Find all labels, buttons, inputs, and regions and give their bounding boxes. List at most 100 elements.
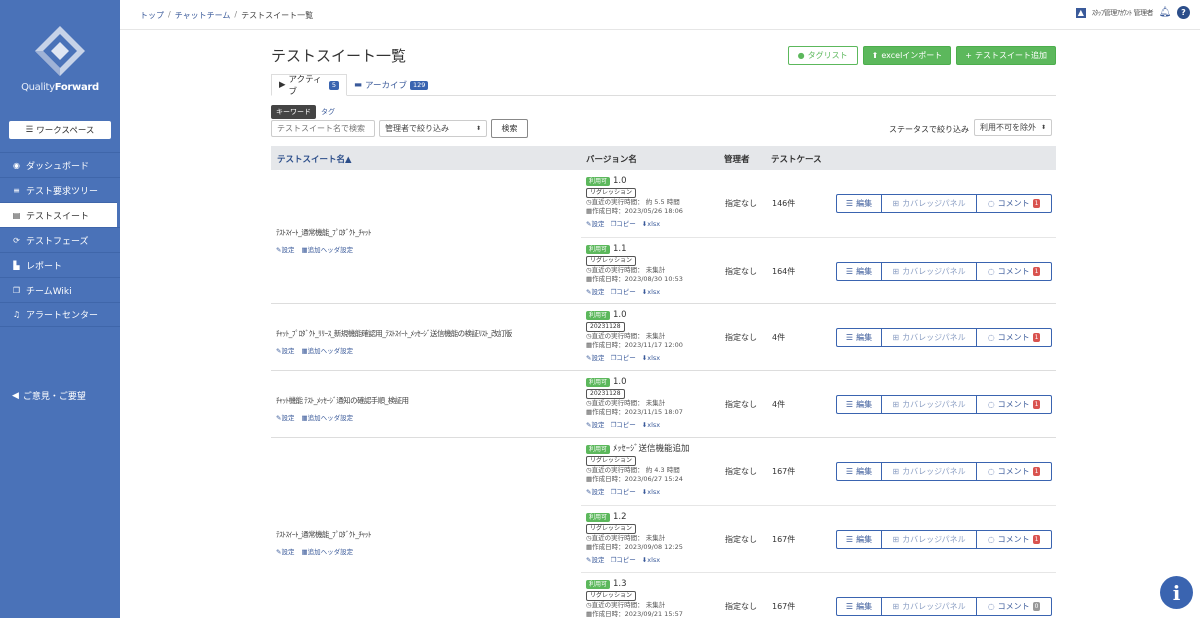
version-name[interactable]: 1.0 xyxy=(613,310,627,321)
suite-search-input[interactable] xyxy=(271,120,375,137)
version-settings-link[interactable]: ✎設定 xyxy=(586,556,604,566)
version-tag[interactable]: リグレッション xyxy=(586,455,637,466)
keyword-tab[interactable]: キーワード xyxy=(271,105,316,119)
comment-button[interactable]: ◌ コメント 1 xyxy=(977,462,1052,481)
sidebar-item-requirements-tree[interactable]: ≡ テスト要求ツリー xyxy=(0,177,120,202)
coverage-panel-button[interactable]: ⊞ カバレッジパネル xyxy=(882,597,977,616)
sidebar-item-team-wiki[interactable]: ❐ チームWiki xyxy=(0,277,120,302)
suite-header-settings-link[interactable]: ▦追加ヘッダ設定 xyxy=(301,345,353,355)
column-header-suite-name[interactable]: テストスイート名▲ xyxy=(277,153,352,165)
logo[interactable]: QualityForward xyxy=(0,24,120,96)
version-xlsx-link[interactable]: ⬇xlsx xyxy=(642,220,660,230)
edit-button[interactable]: ☰ 編集 xyxy=(836,597,882,616)
breadcrumb-top[interactable]: トップ xyxy=(140,10,164,21)
tag-list-button[interactable]: ● タグリスト xyxy=(787,46,858,65)
sidebar-item-test-suite[interactable]: ▤ テストスイート xyxy=(0,202,117,227)
user-avatar-icon[interactable]: ▲ xyxy=(1075,7,1086,18)
breadcrumb-team[interactable]: チャットチーム xyxy=(175,10,231,21)
version-tag[interactable]: 20231128 xyxy=(586,321,625,332)
coverage-panel-button[interactable]: ⊞ カバレッジパネル xyxy=(882,395,977,414)
edit-button[interactable]: ☰ 編集 xyxy=(836,395,882,414)
suite-header-settings-link[interactable]: ▦追加ヘッダ設定 xyxy=(301,412,353,422)
table-row: 利用可 1.0 リグレッション ◷直近の実行時間： 約 5.5 時間 ▦作成日時：202… xyxy=(581,170,1056,237)
sidebar-item-report[interactable]: ▙ レポート xyxy=(0,252,120,277)
suite-name[interactable]: ﾁｬｯﾄ機能 ﾃｽﾄ_ﾒｯｾｰｼﾞ通知の確認手順_検証用 xyxy=(276,395,409,406)
suite-header-settings-link[interactable]: ▦追加ヘッダ設定 xyxy=(301,244,353,254)
tab-active[interactable]: ▶ アクティブ 5 xyxy=(271,74,347,97)
suite-name[interactable]: ﾃｽﾄｽｲｰﾄ_通常機能_ﾌﾟﾛﾀﾞｸﾄ_ﾁｬｯﾄ xyxy=(276,227,372,238)
list-icon: ☰ xyxy=(845,199,854,208)
edit-button[interactable]: ☰ 編集 xyxy=(836,194,882,213)
tag-tab[interactable]: タグ xyxy=(316,105,340,119)
coverage-panel-button[interactable]: ⊞ カバレッジパネル xyxy=(882,262,977,281)
version-name[interactable]: 1.1 xyxy=(613,244,627,255)
version-copy-link[interactable]: ❐コピー xyxy=(610,556,635,566)
version-tag[interactable]: リグレッション xyxy=(586,187,637,198)
sidebar-item-alert-center[interactable]: ♫ アラートセンター xyxy=(0,302,120,327)
coverage-panel-button[interactable]: ⊞ カバレッジパネル xyxy=(882,328,977,347)
coverage-panel-button[interactable]: ⊞ カバレッジパネル xyxy=(882,462,977,481)
suite-name[interactable]: ﾁｬｯﾄ_ﾌﾟﾛﾀﾞｸﾄ_ﾘﾘｰｽ_新規機能確認用_ﾃｽﾄｽｲｰﾄ_ﾒｯｾｰｼﾞ… xyxy=(276,328,512,339)
version-copy-link[interactable]: ❐コピー xyxy=(610,288,635,298)
version-settings-link[interactable]: ✎設定 xyxy=(586,421,604,431)
sidebar-item-dashboard[interactable]: ◉ ダッシュボード xyxy=(0,152,120,177)
suite-settings-link[interactable]: ✎設定 xyxy=(276,546,294,556)
comment-button[interactable]: ◌ コメント 0 xyxy=(977,597,1052,616)
version-tag[interactable]: リグレッション xyxy=(586,255,637,266)
help-icon[interactable]: ? xyxy=(1177,6,1190,19)
suite-settings-link[interactable]: ✎設定 xyxy=(276,244,294,254)
list-icon: ☰ xyxy=(845,602,854,611)
comment-button[interactable]: ◌ コメント 1 xyxy=(977,530,1052,549)
coverage-panel-button[interactable]: ⊞ カバレッジパネル xyxy=(882,530,977,549)
excel-import-button[interactable]: ⬆ excelインポート xyxy=(862,46,952,65)
info-help-button[interactable]: i xyxy=(1160,576,1193,609)
version-xlsx-link[interactable]: ⬇xlsx xyxy=(642,288,660,298)
comment-button[interactable]: ◌ コメント 1 xyxy=(977,328,1052,347)
status-filter-label: ステータスで絞り込み xyxy=(889,125,969,134)
edit-button[interactable]: ☰ 編集 xyxy=(836,328,882,347)
comment-button[interactable]: ◌ コメント 1 xyxy=(977,262,1052,281)
feedback-link[interactable]: ◀ ご意見・ご要望 xyxy=(12,389,86,403)
list-icon: ☰ xyxy=(845,400,854,409)
version-tag[interactable]: リグレッション xyxy=(586,523,637,534)
sidebar-item-test-phase[interactable]: ⟳ テストフェーズ xyxy=(0,227,120,252)
comment-button[interactable]: ◌ コメント 1 xyxy=(977,194,1052,213)
version-settings-link[interactable]: ✎設定 xyxy=(586,354,604,364)
search-button[interactable]: 検索 xyxy=(491,119,528,138)
version-name[interactable]: ﾒｯｾｰｼﾞ送信機能追加 xyxy=(613,444,690,455)
version-xlsx-link[interactable]: ⬇xlsx xyxy=(642,421,660,431)
version-copy-link[interactable]: ❐コピー xyxy=(610,488,635,498)
edit-button[interactable]: ☰ 編集 xyxy=(836,462,882,481)
suite-settings-link[interactable]: ✎設定 xyxy=(276,345,294,355)
version-name[interactable]: 1.0 xyxy=(613,377,627,388)
version-name[interactable]: 1.3 xyxy=(613,579,627,590)
edit-button[interactable]: ☰ 編集 xyxy=(836,530,882,549)
version-settings-link[interactable]: ✎設定 xyxy=(586,488,604,498)
user-name[interactable]: ｽﾀｯﾌ管理ｱｶｳﾝﾄ 管理者 xyxy=(1092,8,1154,18)
version-copy-link[interactable]: ❐コピー xyxy=(610,220,635,230)
version-tag[interactable]: リグレッション xyxy=(586,590,637,601)
version-xlsx-link[interactable]: ⬇xlsx xyxy=(642,556,660,566)
edit-button[interactable]: ☰ 編集 xyxy=(836,262,882,281)
tab-archive[interactable]: ▬ アーカイブ 129 xyxy=(347,74,435,96)
version-name[interactable]: 1.2 xyxy=(613,512,627,523)
suite-settings-link[interactable]: ✎設定 xyxy=(276,412,294,422)
add-test-suite-button[interactable]: + テストスイート追加 xyxy=(956,46,1056,65)
workspace-button[interactable]: ☰ ワークスペース xyxy=(9,121,111,139)
notification-bell-icon[interactable]: 🔔︎ xyxy=(1159,7,1172,19)
suite-name[interactable]: ﾃｽﾄｽｲｰﾄ_通常機能_ﾌﾟﾛﾀﾞｸﾄ_ﾁｬｯﾄ xyxy=(276,529,372,540)
status-filter-select[interactable]: 利用不可を除外 ⬍ xyxy=(974,119,1052,136)
coverage-panel-button[interactable]: ⊞ カバレッジパネル xyxy=(882,194,977,213)
version-copy-link[interactable]: ❐コピー xyxy=(610,354,635,364)
suite-header-settings-link[interactable]: ▦追加ヘッダ設定 xyxy=(301,546,353,556)
version-settings-link[interactable]: ✎設定 xyxy=(586,288,604,298)
version-name[interactable]: 1.0 xyxy=(613,176,627,187)
version-settings-link[interactable]: ✎設定 xyxy=(586,220,604,230)
version-copy-link[interactable]: ❐コピー xyxy=(610,421,635,431)
version-xlsx-link[interactable]: ⬇xlsx xyxy=(642,354,660,364)
comment-button[interactable]: ◌ コメント 1 xyxy=(977,395,1052,414)
version-tag[interactable]: 20231128 xyxy=(586,388,625,399)
comment-count-badge: 0 xyxy=(1032,602,1041,611)
version-xlsx-link[interactable]: ⬇xlsx xyxy=(642,488,660,498)
manager-filter-select[interactable]: 管理者で絞り込み ⬍ xyxy=(379,120,487,137)
